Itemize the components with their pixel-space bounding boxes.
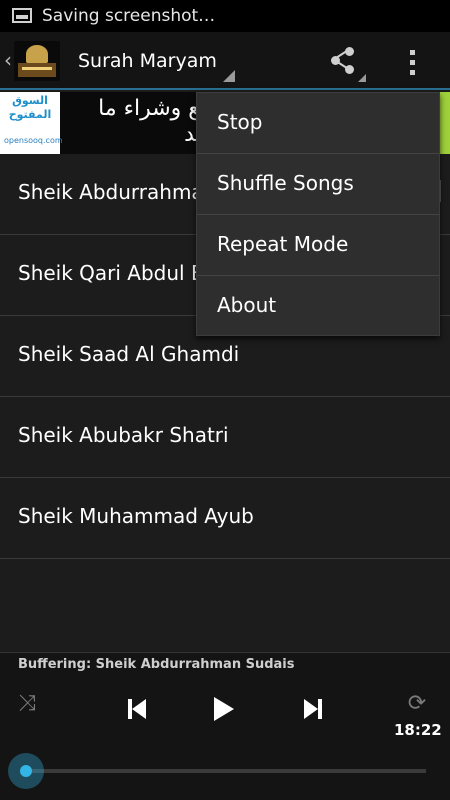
status-bar: Saving screenshot… [0, 0, 450, 32]
buffering-status: Buffering: Sheik Abdurrahman Sudais [18, 657, 295, 672]
overflow-menu: Stop Shuffle Songs Repeat Mode About [196, 92, 440, 336]
overflow-dot [410, 70, 415, 75]
menu-item-stop[interactable]: Stop [197, 93, 439, 154]
overflow-menu-button[interactable] [398, 42, 428, 82]
menu-item-shuffle-songs[interactable]: Shuffle Songs [197, 154, 439, 215]
track-time: 18:22 [394, 721, 442, 739]
list-item[interactable]: Sheik Abubakr Shatri [0, 397, 450, 478]
title-dropdown-icon[interactable] [223, 70, 235, 82]
repeat-icon[interactable]: ⟳ [402, 691, 432, 716]
player-bar: Buffering: Sheik Abdurrahman Sudais ⤨ ⟳ … [0, 652, 450, 800]
action-bar: ‹ Surah Maryam [0, 32, 450, 90]
overflow-dot [410, 60, 415, 65]
ad-accent-bar [440, 92, 450, 154]
menu-item-label: About [217, 293, 277, 317]
up-chevron-icon[interactable]: ‹ [4, 48, 12, 72]
seek-thumb[interactable] [8, 753, 44, 789]
reciter-label: Sheik Muhammad Ayub [18, 504, 254, 528]
share-dropdown-icon [358, 74, 366, 82]
screenshot-icon [12, 8, 32, 23]
menu-item-repeat-mode[interactable]: Repeat Mode [197, 215, 439, 276]
overflow-menu-icon [410, 50, 415, 55]
app-logo[interactable] [14, 41, 60, 81]
seek-bar[interactable] [28, 769, 426, 773]
menu-item-label: Shuffle Songs [217, 171, 354, 195]
previous-button[interactable] [124, 695, 152, 725]
next-icon-bar [318, 699, 322, 719]
app-screen: Saving screenshot… ‹ Surah Maryam السوق … [0, 0, 450, 800]
previous-icon-arrow [132, 699, 146, 719]
page-title[interactable]: Surah Maryam [78, 50, 217, 72]
mosque-dome-shape [26, 45, 48, 63]
status-text: Saving screenshot… [42, 6, 216, 26]
list-item[interactable]: Sheik Muhammad Ayub [0, 478, 450, 559]
shuffle-icon[interactable]: ⤨ [12, 691, 42, 716]
reciter-label: Sheik Saad Al Ghamdi [18, 342, 240, 366]
menu-item-label: Stop [217, 110, 263, 134]
menu-item-label: Repeat Mode [217, 232, 349, 256]
next-icon [304, 699, 318, 719]
ad-logo-text: السوق المفتوح [8, 94, 52, 121]
mosque-base-shape [18, 63, 56, 77]
reciter-label: Sheik Abubakr Shatri [18, 423, 229, 447]
play-button[interactable] [210, 695, 240, 725]
ad-logo[interactable]: السوق المفتوح opensooq.com [0, 92, 63, 154]
ad-logo-brand: opensooq.com [4, 136, 63, 145]
next-button[interactable] [298, 695, 326, 725]
menu-item-about[interactable]: About [197, 276, 439, 337]
play-icon [214, 697, 234, 721]
